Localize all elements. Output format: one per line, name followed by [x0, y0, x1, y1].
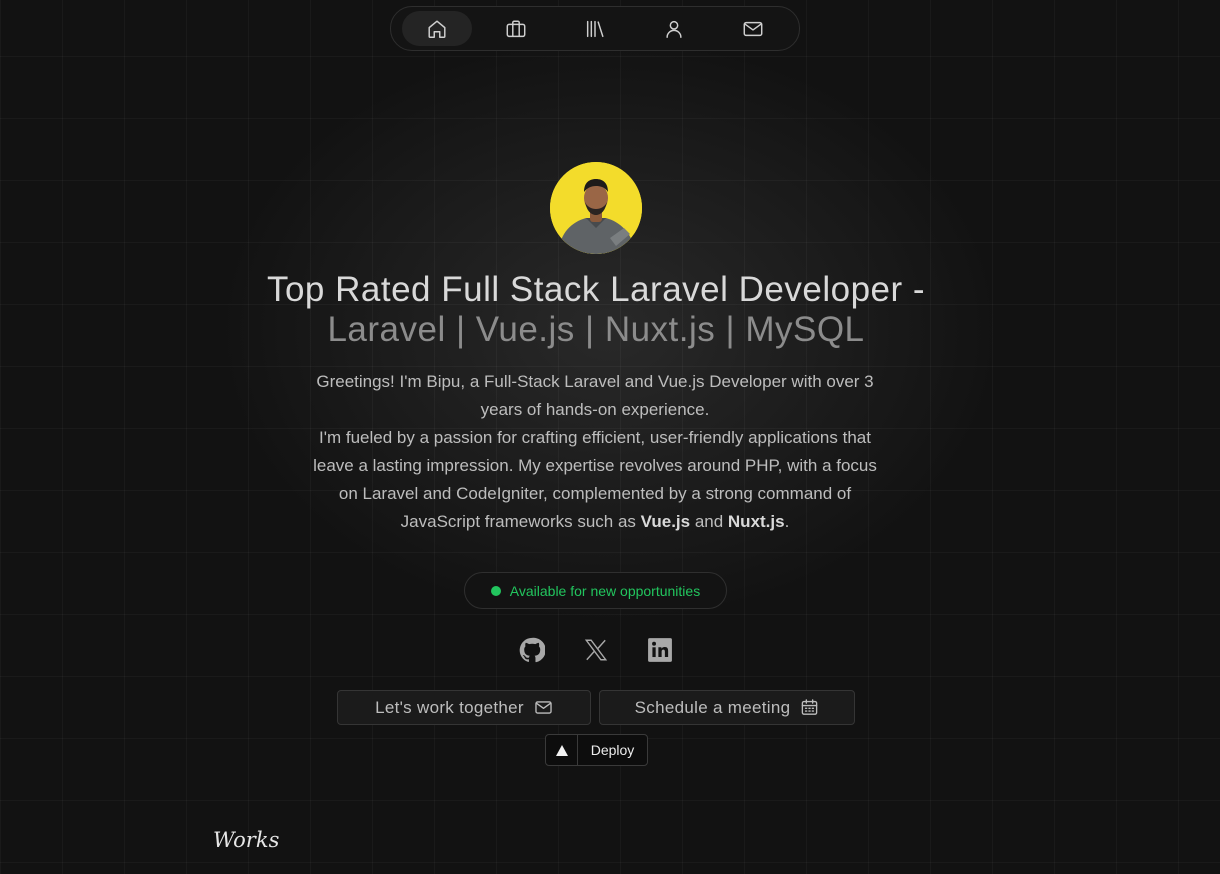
avatar: [550, 162, 642, 254]
bio-nuxt: Nuxt.js: [727, 512, 785, 531]
linkedin-icon: [648, 638, 672, 662]
nav-about[interactable]: [639, 11, 709, 46]
x-link[interactable]: [564, 637, 628, 663]
deploy-label: Deploy: [590, 742, 635, 758]
deploy-button[interactable]: Deploy: [545, 734, 648, 766]
headline-stack: Laravel | Vue.js | Nuxt.js | MySQL: [327, 310, 865, 349]
home-icon: [428, 19, 446, 38]
schedule-meeting-label: Schedule a meeting: [634, 697, 791, 717]
social-links: [500, 630, 692, 670]
nav-contact[interactable]: [718, 11, 788, 46]
bio-details: I'm fueled by a passion for crafting eff…: [305, 424, 885, 536]
bio-intro: Greetings! I'm Bipu, a Full-Stack Larave…: [316, 372, 874, 419]
bio-and: and: [690, 512, 728, 531]
bio-end: .: [784, 512, 790, 531]
nav-library[interactable]: [560, 11, 630, 46]
github-icon: [519, 637, 545, 663]
work-together-button[interactable]: Let's work together: [337, 690, 591, 725]
linkedin-link[interactable]: [628, 637, 692, 663]
briefcase-icon: [506, 19, 526, 37]
work-together-label: Let's work together: [375, 697, 524, 717]
page: Top Rated Full Stack Laravel Developer -…: [0, 0, 1220, 874]
works-section-title: Works: [213, 828, 280, 852]
x-icon: [584, 639, 608, 661]
github-link[interactable]: [500, 637, 564, 663]
library-icon: [586, 20, 604, 37]
calendar-icon: [802, 699, 818, 715]
status-dot-icon: [490, 585, 501, 596]
headline-title: Top Rated Full Stack Laravel Developer -: [266, 270, 926, 309]
mail-icon: [743, 21, 763, 36]
availability-badge: Available for new opportunities: [464, 572, 727, 609]
schedule-meeting-button[interactable]: Schedule a meeting: [599, 690, 855, 725]
profile-photo: [550, 162, 642, 254]
top-nav: [390, 6, 800, 51]
nav-home[interactable]: [401, 11, 472, 46]
availability-text: Available for new opportunities: [509, 582, 701, 599]
user-icon: [666, 20, 682, 38]
bio: Greetings! I'm Bipu, a Full-Stack Larave…: [305, 368, 885, 536]
nav-works[interactable]: [481, 11, 551, 46]
bio-details-text: I'm fueled by a passion for crafting eff…: [313, 428, 877, 531]
bio-vue: Vue.js: [640, 512, 691, 531]
headline: Top Rated Full Stack Laravel Developer -…: [0, 270, 1192, 350]
mail-icon: [535, 701, 552, 714]
triangle-logo-icon: [546, 735, 578, 765]
